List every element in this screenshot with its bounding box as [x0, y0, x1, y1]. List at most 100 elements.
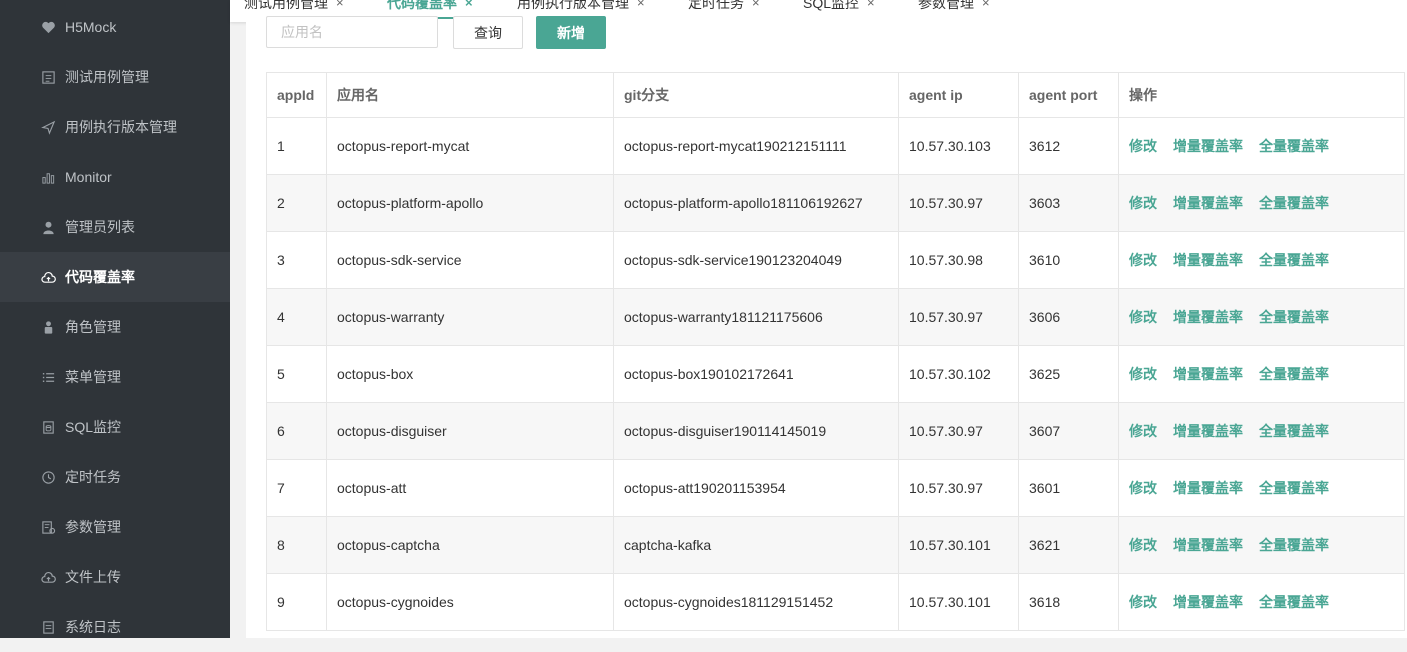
sidebar-item-label: 管理员列表 — [65, 219, 135, 235]
incremental-coverage-link[interactable]: 增量覆盖率 — [1173, 594, 1243, 610]
cell-agent-ip: 10.57.30.97 — [898, 288, 1019, 346]
cell-actions: 修改 增量覆盖率 全量覆盖率 — [1118, 573, 1405, 631]
main-panel: 查询 新增 appId 应用名 git分支 agent ip agent por… — [246, 16, 1407, 638]
add-button[interactable]: 新增 — [536, 16, 606, 49]
edit-link[interactable]: 修改 — [1129, 537, 1157, 553]
cell-agent-ip: 10.57.30.97 — [898, 402, 1019, 460]
sidebar-item-h5mock[interactable]: H5Mock — [0, 2, 230, 52]
edit-link[interactable]: 修改 — [1129, 195, 1157, 211]
full-coverage-link[interactable]: 全量覆盖率 — [1259, 594, 1329, 610]
table-header-row: appId 应用名 git分支 agent ip agent port 操作 — [266, 72, 1405, 118]
cell-agent-port: 3607 — [1018, 402, 1119, 460]
cell-actions: 修改 增量覆盖率 全量覆盖率 — [1118, 288, 1405, 346]
close-icon[interactable]: × — [336, 0, 344, 13]
table-row: 9 octopus-cygnoides octopus-cygnoides18112… — [266, 573, 1405, 631]
edit-link[interactable]: 修改 — [1129, 252, 1157, 268]
tab-scheduled-tasks[interactable]: 定时任务 × — [688, 0, 760, 22]
sidebar-item-file-upload[interactable]: 文件上传 — [0, 552, 230, 602]
close-icon[interactable]: × — [465, 0, 473, 13]
cell-git-branch: octopus-report-mycat190212151111 — [613, 117, 899, 175]
log-doc-icon — [40, 619, 56, 635]
sidebar-item-label: SQL监控 — [65, 419, 122, 435]
close-icon[interactable]: × — [752, 0, 760, 13]
sidebar-item-sql-monitor[interactable]: SQL监控 — [0, 402, 230, 452]
cell-agent-port: 3621 — [1018, 516, 1119, 574]
tab-sql-monitor[interactable]: SQL监控 × — [803, 0, 875, 22]
tab-label: 参数管理 — [918, 0, 974, 11]
cell-appid: 5 — [266, 345, 327, 403]
cell-appid: 6 — [266, 402, 327, 460]
column-header-appid: appId — [266, 72, 327, 118]
incremental-coverage-link[interactable]: 增量覆盖率 — [1173, 138, 1243, 154]
cell-agent-port: 3603 — [1018, 174, 1119, 232]
close-icon[interactable]: × — [982, 0, 990, 13]
cell-app-name: octopus-sdk-service — [326, 231, 614, 289]
user-icon — [40, 219, 56, 235]
tab-label: 代码覆盖率 — [387, 0, 457, 11]
sidebar-item-roles[interactable]: 角色管理 — [0, 302, 230, 352]
cell-agent-port: 3606 — [1018, 288, 1119, 346]
sidebar-item-menus[interactable]: 菜单管理 — [0, 352, 230, 402]
cell-git-branch: octopus-disguiser190114145019 — [613, 402, 899, 460]
edit-link[interactable]: 修改 — [1129, 138, 1157, 154]
table-row: 2 octopus-platform-apollo octopus-platform… — [266, 174, 1405, 232]
app-name-search-input[interactable] — [266, 16, 438, 48]
cell-app-name: octopus-platform-apollo — [326, 174, 614, 232]
role-icon — [40, 319, 56, 335]
cell-agent-port: 3618 — [1018, 573, 1119, 631]
edit-link[interactable]: 修改 — [1129, 594, 1157, 610]
incremental-coverage-link[interactable]: 增量覆盖率 — [1173, 309, 1243, 325]
incremental-coverage-link[interactable]: 增量覆盖率 — [1173, 366, 1243, 382]
table-row: 4 octopus-warranty octopus-warranty1811211… — [266, 288, 1405, 346]
close-icon[interactable]: × — [867, 0, 875, 13]
cell-agent-port: 3612 — [1018, 117, 1119, 175]
cell-agent-ip: 10.57.30.103 — [898, 117, 1019, 175]
full-coverage-link[interactable]: 全量覆盖率 — [1259, 195, 1329, 211]
sidebar-item-test-cases[interactable]: 测试用例管理 — [0, 52, 230, 102]
full-coverage-link[interactable]: 全量覆盖率 — [1259, 309, 1329, 325]
column-header-app-name: 应用名 — [326, 72, 614, 118]
cell-app-name: octopus-captcha — [326, 516, 614, 574]
cell-appid: 9 — [266, 573, 327, 631]
clock-icon — [40, 469, 56, 485]
cell-actions: 修改 增量覆盖率 全量覆盖率 — [1118, 231, 1405, 289]
sidebar-item-label: 用例执行版本管理 — [65, 119, 177, 135]
incremental-coverage-link[interactable]: 增量覆盖率 — [1173, 423, 1243, 439]
tab-label: 定时任务 — [688, 0, 744, 11]
edit-link[interactable]: 修改 — [1129, 309, 1157, 325]
sidebar-item-monitor[interactable]: Monitor — [0, 152, 230, 202]
edit-link[interactable]: 修改 — [1129, 366, 1157, 382]
sidebar-item-case-versions[interactable]: 用例执行版本管理 — [0, 102, 230, 152]
full-coverage-link[interactable]: 全量覆盖率 — [1259, 138, 1329, 154]
edit-link[interactable]: 修改 — [1129, 480, 1157, 496]
tab-label: 测试用例管理 — [244, 0, 328, 11]
close-icon[interactable]: × — [637, 0, 645, 13]
full-coverage-link[interactable]: 全量覆盖率 — [1259, 423, 1329, 439]
cell-agent-ip: 10.57.30.101 — [898, 573, 1019, 631]
cell-actions: 修改 增量覆盖率 全量覆盖率 — [1118, 516, 1405, 574]
sidebar-item-admins[interactable]: 管理员列表 — [0, 202, 230, 252]
incremental-coverage-link[interactable]: 增量覆盖率 — [1173, 480, 1243, 496]
sidebar-item-code-coverage[interactable]: 代码覆盖率 — [0, 252, 230, 302]
incremental-coverage-link[interactable]: 增量覆盖率 — [1173, 537, 1243, 553]
full-coverage-link[interactable]: 全量覆盖率 — [1259, 366, 1329, 382]
cell-agent-port: 3625 — [1018, 345, 1119, 403]
full-coverage-link[interactable]: 全量覆盖率 — [1259, 480, 1329, 496]
tab-params[interactable]: 参数管理 × — [918, 0, 990, 22]
sidebar-item-label: 文件上传 — [65, 569, 121, 585]
sidebar-item-scheduled-tasks[interactable]: 定时任务 — [0, 452, 230, 502]
sidebar-item-label: 系统日志 — [65, 619, 121, 635]
full-coverage-link[interactable]: 全量覆盖率 — [1259, 537, 1329, 553]
table-row: 8 octopus-captcha captcha-kafka 10.57.30.10… — [266, 516, 1405, 574]
sidebar-item-system-log[interactable]: 系统日志 — [0, 602, 230, 652]
incremental-coverage-link[interactable]: 增量覆盖率 — [1173, 195, 1243, 211]
sidebar-item-label: Monitor — [65, 169, 112, 185]
full-coverage-link[interactable]: 全量覆盖率 — [1259, 252, 1329, 268]
edit-link[interactable]: 修改 — [1129, 423, 1157, 439]
sidebar-item-params[interactable]: 参数管理 — [0, 502, 230, 552]
query-button[interactable]: 查询 — [453, 16, 523, 49]
menu-list-icon — [40, 369, 56, 385]
cell-app-name: octopus-disguiser — [326, 402, 614, 460]
cell-agent-ip: 10.57.30.97 — [898, 459, 1019, 517]
incremental-coverage-link[interactable]: 增量覆盖率 — [1173, 252, 1243, 268]
